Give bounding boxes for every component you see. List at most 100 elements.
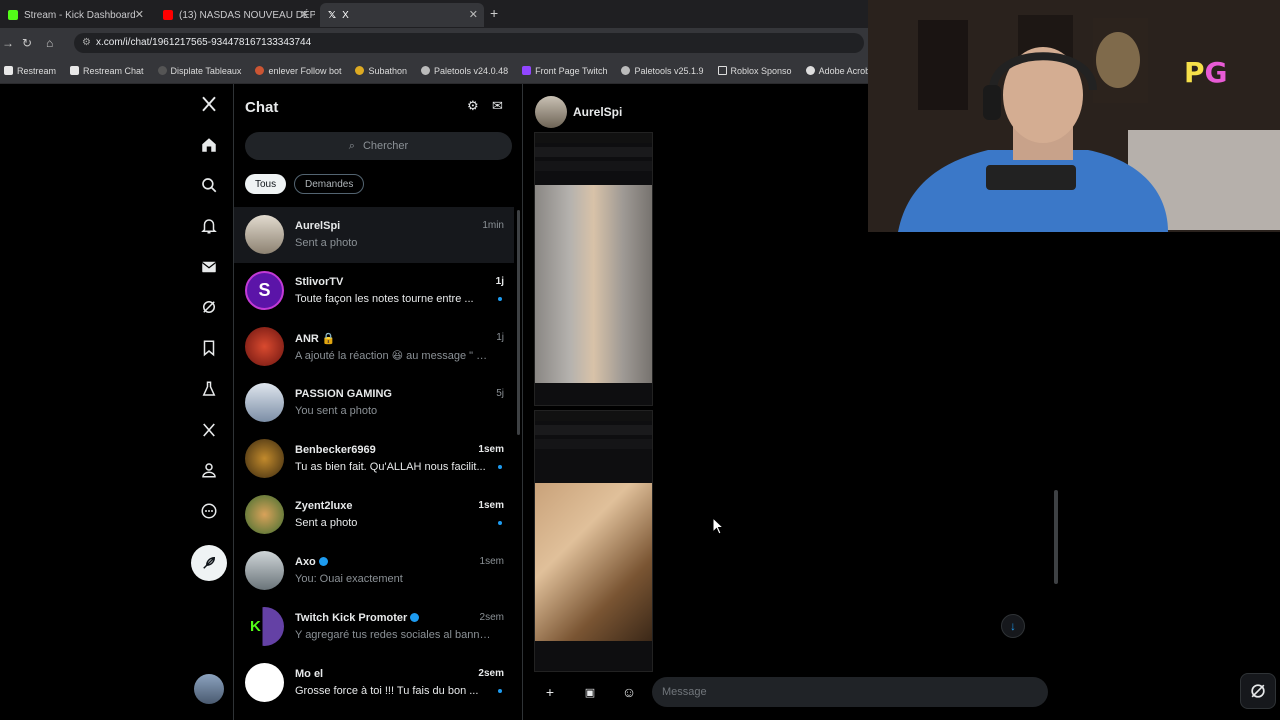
scrollbar[interactable] <box>1054 490 1058 584</box>
tab-title: X <box>342 9 349 21</box>
mail-icon[interactable] <box>190 252 228 282</box>
photo-image <box>535 483 652 641</box>
conversation-time: 1sem <box>478 500 504 511</box>
bookmark-label: Restream Chat <box>83 65 144 76</box>
verified-badge-icon <box>318 557 328 566</box>
conversation-preview: Grosse force à toi !!! Tu fais du bon ..… <box>295 685 479 697</box>
conversation-time: 2sem <box>478 668 504 679</box>
bookmark-roblox-sponso[interactable]: Roblox Sponso <box>717 66 792 76</box>
conversation-item[interactable]: K Twitch Kick Promoter Y agregaré tus re… <box>234 599 514 655</box>
bookmark-displate[interactable]: Displate Tableaux <box>157 66 241 76</box>
conversation-preview: Tu as bien fait. Qu'ALLAH nous facilit..… <box>295 461 486 473</box>
bookmark-restream[interactable]: Restream <box>4 66 56 76</box>
x-favicon-icon: 𝕏 <box>328 10 337 21</box>
bell-icon[interactable] <box>190 211 228 241</box>
conversation-item[interactable]: S StlivorTV Toute façon les notes tourne… <box>234 263 514 319</box>
avatar[interactable] <box>535 96 567 128</box>
bookmarks-bar: Restream Restream Chat Displate Tableaux… <box>0 58 878 84</box>
conversation-item[interactable]: Benbecker6969 Tu as bien fait. Qu'ALLAH … <box>234 431 514 487</box>
bookmark-paletools-25[interactable]: Paletools v25.1.9 <box>621 65 704 76</box>
profile-icon[interactable] <box>190 455 228 485</box>
conversation-preview: Y agregaré tus redes sociales al banner … <box>295 629 495 641</box>
conversation-item[interactable]: ANR 🔒 A ajouté la réaction 😆 au message … <box>234 319 514 375</box>
site-info-icon[interactable]: ⚙ <box>82 37 91 48</box>
bookmark-subathon[interactable]: Subathon <box>355 66 407 76</box>
close-tab-icon[interactable]: ✕ <box>469 8 478 21</box>
emoji-icon[interactable]: ☺ <box>619 682 639 702</box>
x-premium-icon[interactable] <box>190 415 228 445</box>
conversation-header-name[interactable]: AurelSpi <box>573 105 622 119</box>
message-composer: + ▣ ☺ <box>534 675 1048 709</box>
conversation-name-text: Twitch Kick Promoter <box>295 612 408 624</box>
chat-strip <box>535 161 652 171</box>
tab-x[interactable]: 𝕏 X ✕ <box>320 3 484 27</box>
close-tab-icon[interactable]: ✕ <box>300 8 309 21</box>
reload-icon[interactable]: ↻ <box>22 36 32 50</box>
conversation-time: 1min <box>482 220 504 231</box>
avatar <box>245 439 284 478</box>
bookmark-follow-bot[interactable]: enlever Follow bot <box>255 66 341 76</box>
x-left-nav <box>190 84 232 720</box>
bookmark-restream-chat[interactable]: Restream Chat <box>70 66 144 76</box>
bookmark-paletools-24[interactable]: Paletools v24.0.48 <box>421 66 508 76</box>
message-input[interactable] <box>652 677 1048 707</box>
account-avatar[interactable] <box>194 674 224 704</box>
url-field[interactable]: ⚙ x.com/i/chat/1961217565-93447816713334… <box>74 33 864 53</box>
search-input[interactable]: ⌕ Chercher <box>245 132 512 160</box>
filter-requests-tab[interactable]: Demandes <box>294 174 365 194</box>
conversation-preview: Sent a photo <box>295 237 358 249</box>
conversation-time: 1sem <box>478 444 504 455</box>
add-icon[interactable]: + <box>540 682 560 702</box>
grok-icon[interactable] <box>190 292 228 322</box>
bookmark-label: enlever Follow bot <box>268 65 342 76</box>
unread-dot <box>498 521 502 525</box>
gif-icon[interactable]: ▣ <box>580 682 600 702</box>
x-logo-icon[interactable] <box>190 89 228 119</box>
bookmark-icon[interactable] <box>190 333 228 363</box>
conversation-name: ANR 🔒 <box>295 333 336 345</box>
filter-all-tab[interactable]: Tous <box>245 174 287 194</box>
new-tab-button[interactable]: + <box>490 5 498 21</box>
bookmark-icon <box>355 66 365 75</box>
photo-message[interactable] <box>534 410 653 672</box>
compose-post-button[interactable] <box>191 545 227 581</box>
new-message-icon[interactable]: ✉ <box>492 98 503 114</box>
bookmark-label: Paletools v25.1.9 <box>634 65 704 76</box>
photo-message[interactable] <box>534 132 653 406</box>
conversation-item[interactable]: PASSION GAMING You sent a photo 5j <box>234 375 514 431</box>
settings-icon[interactable]: ⚙ <box>467 98 479 114</box>
tab-title: Stream - Kick Dashboard <box>24 9 136 21</box>
conversation-time: 5j <box>496 388 504 399</box>
grok-floating-button[interactable] <box>1240 673 1276 709</box>
tab-youtube[interactable]: (13) NASDAS NOUVEAU DÉPA ✕ <box>155 3 315 27</box>
search-icon[interactable] <box>190 170 228 200</box>
bookmark-adobe-acrobat[interactable]: Adobe Acrobat <box>805 66 878 76</box>
avatar <box>245 383 284 422</box>
scrollbar[interactable] <box>517 210 520 435</box>
close-tab-icon[interactable]: ✕ <box>135 8 144 21</box>
status-bar <box>535 133 652 143</box>
avatar <box>245 327 284 366</box>
bookmark-label: Subathon <box>368 65 408 76</box>
tab-kick-dashboard[interactable]: Stream - Kick Dashboard ✕ <box>0 3 150 27</box>
more-icon[interactable] <box>190 496 228 526</box>
conversation-item[interactable]: Axo You: Ouai exactement 1sem <box>234 543 514 599</box>
conversation-name: PASSION GAMING <box>295 388 392 400</box>
avatar: 😂 <box>245 663 284 702</box>
bookmark-front-page-twitch[interactable]: Front Page Twitch <box>522 66 607 76</box>
back-icon[interactable]: → <box>2 36 14 50</box>
conversation-time: 2sem <box>479 612 504 623</box>
flask-icon[interactable] <box>190 374 228 404</box>
conversation-item[interactable]: AurelSpi Sent a photo 1min <box>234 207 514 263</box>
mouse-cursor-icon <box>712 517 724 535</box>
conversation-item[interactable]: 😂 Mo el Grosse force à toi !!! Tu fais d… <box>234 655 514 711</box>
url-strip <box>535 425 652 435</box>
grok-icon <box>1251 684 1265 698</box>
home-icon[interactable] <box>190 130 228 160</box>
conversation-preview: Sent a photo <box>295 517 358 529</box>
scroll-to-bottom-button[interactable]: ↓ <box>1001 614 1025 638</box>
home-icon[interactable]: ⌂ <box>46 36 53 50</box>
conversation-name: AurelSpi <box>295 220 341 232</box>
photo-image <box>535 185 652 383</box>
conversation-item[interactable]: Zyent2luxe Sent a photo 1sem <box>234 487 514 543</box>
